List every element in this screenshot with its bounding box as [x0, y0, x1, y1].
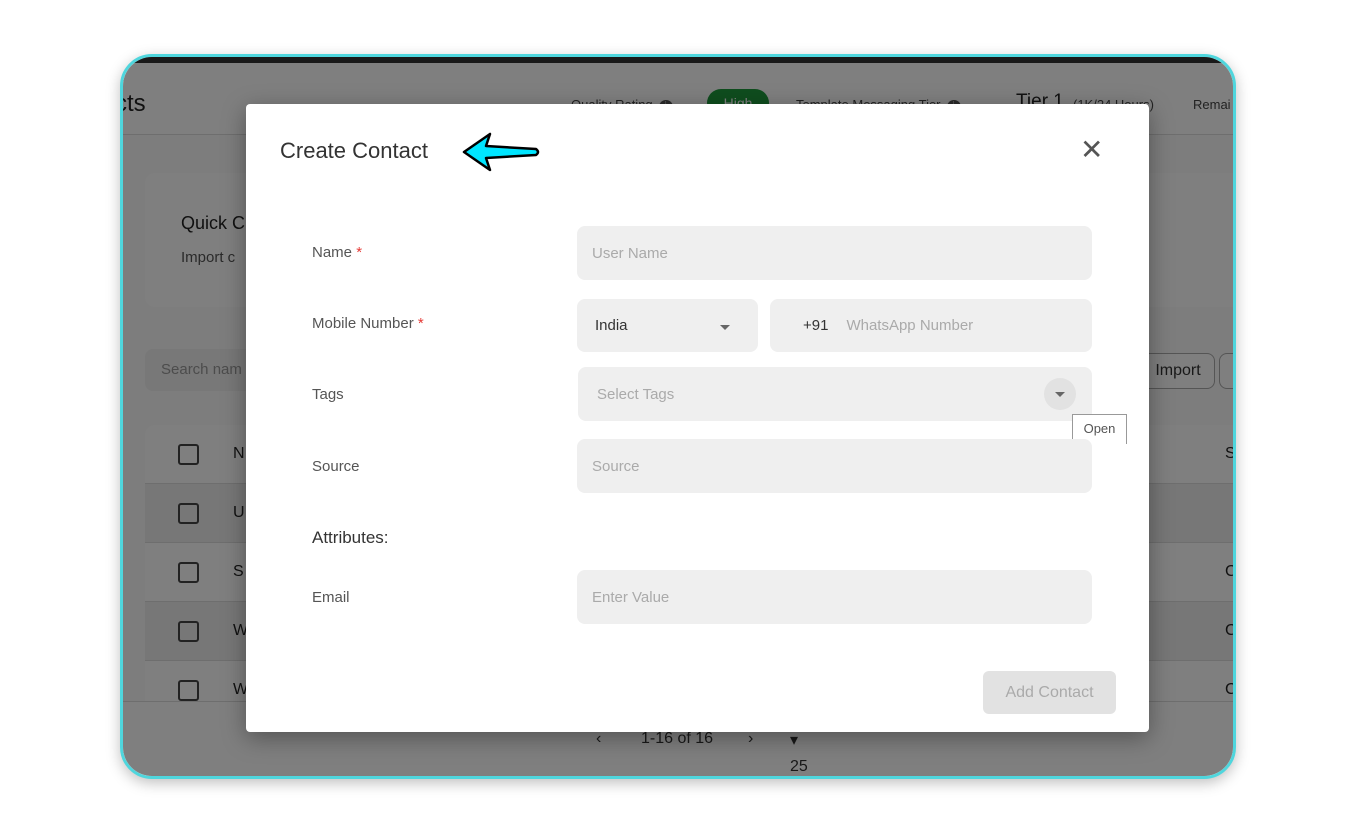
add-contact-button[interactable]: Add Contact: [983, 671, 1116, 714]
mobile-label: Mobile Number *: [312, 315, 424, 332]
mobile-input[interactable]: +91 WhatsApp Number: [770, 299, 1092, 352]
email-label: Email: [312, 589, 350, 606]
create-contact-dialog: Create Contact ✕ Name * User Name Mobile…: [246, 104, 1149, 732]
close-icon[interactable]: ✕: [1080, 136, 1103, 164]
name-input[interactable]: User Name: [577, 226, 1092, 280]
email-input[interactable]: Enter Value: [577, 570, 1092, 624]
country-select[interactable]: India: [577, 299, 758, 352]
tags-label: Tags: [312, 386, 344, 403]
open-tags-button[interactable]: [1044, 378, 1076, 410]
mobile-placeholder: WhatsApp Number: [846, 317, 974, 334]
attributes-heading: Attributes:: [312, 528, 389, 547]
name-label: Name *: [312, 244, 363, 261]
dropdown-caret-icon: [1055, 392, 1065, 397]
tags-select[interactable]: Select Tags: [578, 367, 1092, 421]
source-label: Source: [312, 458, 360, 475]
source-input[interactable]: Source: [577, 439, 1092, 493]
dialog-title: Create Contact: [280, 138, 428, 163]
dropdown-caret-icon: [720, 325, 730, 330]
annotation-arrow-icon: [462, 132, 540, 172]
dial-code: +91: [803, 317, 829, 334]
